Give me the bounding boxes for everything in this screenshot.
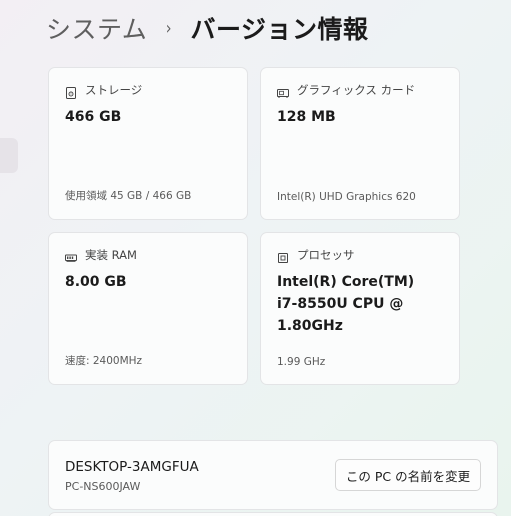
- graphics-card-icon: [277, 84, 289, 98]
- storage-value: 466 GB: [65, 109, 122, 125]
- ram-value: 8.00 GB: [65, 274, 127, 290]
- storage-label: ストレージ: [85, 83, 143, 97]
- graphics-card-header: グラフィックス カード: [277, 82, 415, 98]
- graphics-card-card: グラフィックス カード 128 MB Intel(R) UHD Graphics…: [260, 67, 460, 220]
- processor-card: プロセッサ Intel(R) Core(TM) i7-8550U CPU @ 1…: [260, 232, 460, 385]
- processor-name-line-3: 1.80GHz: [277, 318, 343, 334]
- storage-icon: [65, 84, 77, 99]
- rename-pc-button[interactable]: この PC の名前を変更: [335, 459, 481, 491]
- storage-card-header: ストレージ: [65, 82, 143, 99]
- processor-icon: [277, 249, 289, 263]
- breadcrumb: システム › バージョン情報: [46, 10, 368, 46]
- ram-card: 実装 RAM 8.00 GB 速度: 2400MHz: [48, 232, 248, 385]
- processor-label: プロセッサ: [297, 248, 355, 262]
- ram-card-header: 実装 RAM: [65, 247, 137, 263]
- ram-label: 実装 RAM: [85, 248, 137, 262]
- chevron-right-icon: ›: [165, 17, 172, 39]
- storage-usage: 使用領域 45 GB / 466 GB: [65, 190, 192, 202]
- graphics-card-label: グラフィックス カード: [297, 83, 416, 97]
- graphics-memory-value: 128 MB: [277, 109, 336, 125]
- processor-name-line-2: i7-8550U CPU @: [277, 296, 404, 312]
- navigation-pane-edge[interactable]: [0, 138, 18, 173]
- ram-speed: 速度: 2400MHz: [65, 355, 143, 367]
- ram-icon: [65, 249, 77, 262]
- page-title: バージョン情報: [190, 15, 369, 44]
- device-name-card: DESKTOP-3AMGFUA PC-NS600JAW この PC の名前を変更: [48, 440, 498, 510]
- graphics-card-model: Intel(R) UHD Graphics 620: [277, 191, 416, 203]
- processor-name-line-1: Intel(R) Core(TM): [277, 274, 415, 290]
- device-name: DESKTOP-3AMGFUA: [65, 459, 199, 475]
- breadcrumb-system-link[interactable]: システム: [46, 10, 147, 46]
- next-section-card: [48, 512, 498, 516]
- processor-card-header: プロセッサ: [277, 247, 355, 263]
- processor-speed: 1.99 GHz: [277, 356, 326, 368]
- storage-card: ストレージ 466 GB 使用領域 45 GB / 466 GB: [48, 67, 248, 220]
- device-model: PC-NS600JAW: [65, 480, 141, 493]
